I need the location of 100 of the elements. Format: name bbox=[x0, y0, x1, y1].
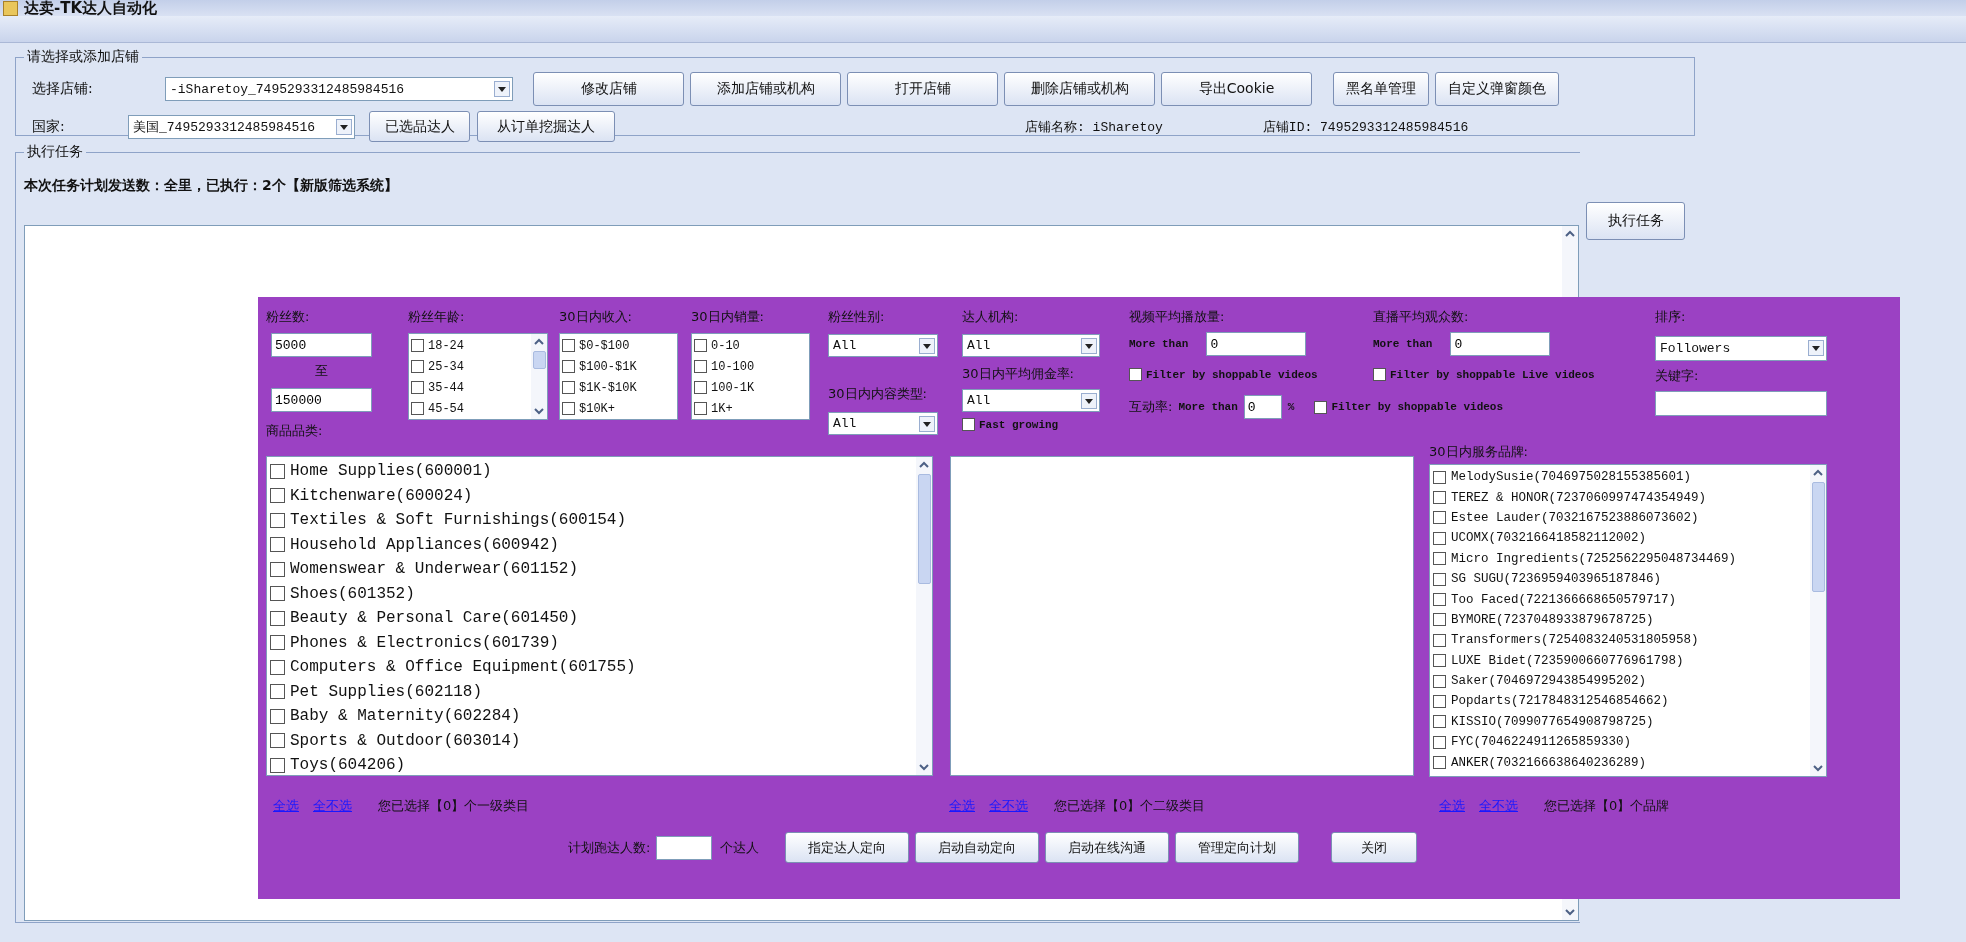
keyword-field[interactable] bbox=[1655, 391, 1827, 416]
checkbox[interactable] bbox=[411, 360, 424, 373]
number-field[interactable]: 0 bbox=[1206, 332, 1307, 356]
checkbox[interactable] bbox=[1433, 470, 1446, 484]
list-item[interactable]: Micro Ingredients(7252562295048734469) bbox=[1451, 551, 1737, 566]
checkbox[interactable] bbox=[270, 757, 285, 773]
checkbox[interactable] bbox=[270, 659, 285, 675]
number-field[interactable]: 0 bbox=[1243, 395, 1282, 419]
option-label[interactable]: $0-$100 bbox=[579, 338, 630, 353]
checkbox[interactable] bbox=[562, 402, 575, 415]
checkbox[interactable] bbox=[562, 381, 575, 394]
list-item[interactable]: Too Faced(7221366668650579717) bbox=[1451, 592, 1677, 607]
list-item[interactable]: BYMORE(7237048933879678725) bbox=[1451, 612, 1654, 627]
checkbox[interactable] bbox=[1433, 491, 1446, 505]
checkbox-label[interactable]: Filter by shoppable Live videos bbox=[1390, 368, 1595, 381]
list-item[interactable]: UCOMX(7032166418582112002) bbox=[1451, 531, 1647, 546]
scroll-thumb[interactable] bbox=[917, 474, 931, 584]
close-button[interactable]: 关闭 bbox=[1331, 832, 1418, 863]
dropdown[interactable]: All bbox=[962, 389, 1100, 412]
action-button[interactable]: 管理定向计划 bbox=[1175, 832, 1300, 863]
list-item[interactable]: Saker(7046972943854995202) bbox=[1451, 674, 1647, 689]
list-item[interactable]: Shoes(601352) bbox=[290, 584, 415, 603]
run-task-button[interactable]: 执行任务 bbox=[1586, 202, 1685, 240]
checkbox[interactable] bbox=[694, 402, 707, 415]
checkbox[interactable] bbox=[1433, 613, 1446, 627]
list-item[interactable]: Transformers(7254083240531805958) bbox=[1451, 633, 1699, 648]
checkbox[interactable] bbox=[1433, 695, 1446, 708]
scroll-thumb[interactable] bbox=[1811, 482, 1825, 592]
checkbox[interactable] bbox=[1314, 400, 1328, 414]
list-item[interactable]: Womenswear & Underwear(601152) bbox=[290, 560, 579, 579]
list-item[interactable]: Household Appliances(600942) bbox=[290, 535, 559, 554]
list-item[interactable]: SG SUGU(7236959403965187846) bbox=[1451, 572, 1662, 587]
checkbox[interactable] bbox=[270, 684, 285, 700]
dropdown[interactable]: All bbox=[828, 334, 938, 357]
option-label[interactable]: $10K+ bbox=[579, 401, 615, 416]
checkbox[interactable] bbox=[270, 733, 285, 749]
checkbox[interactable] bbox=[1433, 572, 1446, 586]
toolbar-button[interactable]: 删除店铺或机构 bbox=[1004, 72, 1155, 106]
checkbox[interactable] bbox=[270, 635, 285, 651]
dropdown[interactable]: All bbox=[828, 412, 938, 435]
checkbox-label[interactable]: Filter by shoppable videos bbox=[1146, 368, 1318, 381]
toolbar-button[interactable]: 导出Cookie bbox=[1161, 72, 1312, 106]
list-item[interactable]: Beauty & Personal Care(601450) bbox=[290, 609, 579, 628]
list-item[interactable]: Textiles & Soft Furnishings(600154) bbox=[290, 511, 627, 530]
list-item[interactable]: Kitchenware(600024) bbox=[290, 486, 473, 505]
toolbar-button[interactable]: 自定义弹窗颜色 bbox=[1435, 72, 1559, 106]
list-item[interactable]: Popdarts(7217848312546854662) bbox=[1451, 694, 1669, 709]
checkbox[interactable] bbox=[694, 381, 707, 394]
count-field[interactable] bbox=[656, 835, 713, 860]
option-label[interactable]: 25-34 bbox=[428, 359, 464, 374]
list-item[interactable]: Sports & Outdoor(603014) bbox=[290, 731, 521, 750]
option-label[interactable]: 1K+ bbox=[711, 401, 733, 416]
dropdown[interactable]: Followers bbox=[1655, 336, 1827, 361]
checkbox[interactable] bbox=[270, 610, 285, 626]
option-label[interactable]: 18-24 bbox=[428, 338, 464, 353]
option-label[interactable]: 10-100 bbox=[711, 359, 755, 374]
toolbar-button[interactable]: 黑名单管理 bbox=[1333, 72, 1429, 106]
list-item[interactable]: Estee Lauder(7032167523886073602) bbox=[1451, 510, 1699, 525]
checkbox[interactable] bbox=[1373, 368, 1386, 381]
list-item[interactable]: LUXE Bidet(7235900660776961798) bbox=[1451, 653, 1684, 668]
checkbox[interactable] bbox=[1433, 552, 1446, 566]
scrollbar[interactable] bbox=[916, 457, 932, 775]
checkbox[interactable] bbox=[1433, 531, 1446, 545]
checkbox[interactable] bbox=[270, 463, 285, 479]
checkbox-label[interactable]: Filter by shoppable videos bbox=[1331, 401, 1504, 413]
option-label[interactable]: $1K-$10K bbox=[579, 380, 637, 395]
list-item[interactable]: ANKER(7032166638640236289) bbox=[1451, 755, 1647, 770]
list-item[interactable]: Pet Supplies(602118) bbox=[290, 682, 483, 701]
toolbar-button[interactable]: 打开店铺 bbox=[847, 72, 998, 106]
checkbox[interactable] bbox=[694, 339, 707, 352]
checkbox[interactable] bbox=[1433, 735, 1446, 749]
list-item[interactable]: Phones & Electronics(601739) bbox=[290, 633, 559, 652]
action-button[interactable]: 指定达人定向 bbox=[785, 832, 910, 863]
toolbar-button[interactable]: 添加店铺或机构 bbox=[690, 72, 841, 106]
option-label[interactable]: 100-1K bbox=[711, 380, 755, 395]
dropdown[interactable]: -iSharetoy_7495293312485984516 bbox=[165, 77, 513, 101]
option-label[interactable]: 35-44 bbox=[428, 380, 464, 395]
checkbox[interactable] bbox=[270, 488, 285, 504]
checkbox[interactable] bbox=[562, 339, 575, 352]
list-item[interactable]: Toys(604206) bbox=[290, 756, 406, 775]
toolbar-button[interactable]: 修改店铺 bbox=[533, 72, 684, 106]
checkbox[interactable] bbox=[270, 586, 285, 602]
checkbox[interactable] bbox=[411, 402, 424, 415]
scroll-thumb[interactable] bbox=[532, 351, 546, 369]
option-label[interactable]: 45-54 bbox=[428, 401, 464, 416]
checkbox[interactable] bbox=[270, 512, 285, 528]
action-button[interactable]: 启动在线沟通 bbox=[1045, 832, 1170, 863]
checkbox[interactable] bbox=[270, 561, 285, 577]
option-label[interactable]: 0-10 bbox=[711, 338, 740, 353]
option-label[interactable]: $100-$1K bbox=[579, 359, 637, 374]
list-item[interactable]: Baby & Maternity(602284) bbox=[290, 707, 521, 726]
checkbox-label[interactable]: Fast growing bbox=[979, 418, 1059, 431]
checkbox[interactable] bbox=[270, 537, 285, 553]
list-item[interactable]: Home Supplies(600001) bbox=[290, 462, 492, 481]
checkbox[interactable] bbox=[562, 360, 575, 373]
list-item[interactable]: TEREZ & HONOR(7237060997474354949) bbox=[1451, 490, 1707, 505]
action-button[interactable]: 从订单挖掘达人 bbox=[477, 111, 615, 142]
scrollbar[interactable] bbox=[531, 334, 547, 419]
list-item[interactable]: MelodySusie(7046975028155385601) bbox=[1451, 470, 1692, 485]
action-button[interactable]: 启动自动定向 bbox=[915, 832, 1040, 863]
